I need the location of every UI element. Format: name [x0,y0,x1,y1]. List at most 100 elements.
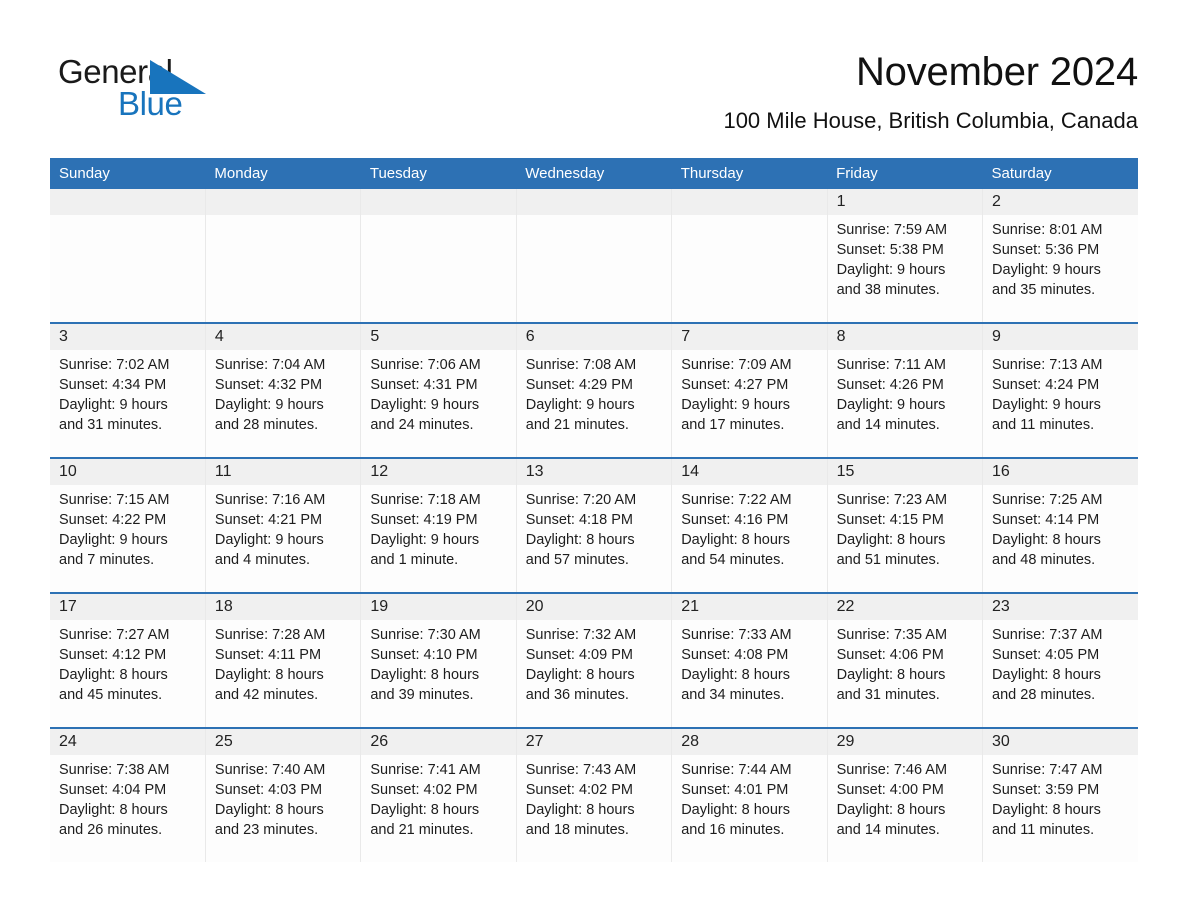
day-detail-list: Sunrise: 7:23 AM Sunset: 4:15 PM Daylight:… [828,485,982,570]
calendar-day-cell[interactable]: 18 Sunrise: 7:28 AM Sunset: 4:11 PM Dayligh… [205,593,362,729]
location-subtitle: 100 Mile House, British Columbia, Canada [723,108,1138,133]
day-number-band: 27 [516,729,672,755]
calendar-day-cell[interactable]: 20 Sunrise: 7:32 AM Sunset: 4:09 PM Dayligh… [516,593,673,729]
sunset-text: Sunset: 4:00 PM [836,782,944,798]
calendar-day-cell[interactable]: 4 Sunrise: 7:04 AM Sunset: 4:32 PM Daylight… [205,323,362,459]
weekday-header-sunday: Sunday [50,158,206,189]
daylight-text: and 42 minutes. [214,687,319,703]
day-detail-list: Sunrise: 7:02 AM Sunset: 4:34 PM Daylight:… [50,350,205,435]
weekday-header-wednesday: Wednesday [516,158,672,189]
day-number-band: 26 [361,729,516,755]
daylight-text: and 28 minutes. [992,687,1096,703]
daylight-text: Daylight: 9 hours [370,532,480,548]
sunset-text: Sunset: 4:26 PM [836,377,944,393]
sunrise-text: Sunrise: 7:20 AM [525,492,637,508]
day-number-band [205,189,361,215]
sunset-text: Sunset: 4:32 PM [214,377,323,393]
sunset-text: Sunset: 4:16 PM [681,512,789,528]
daylight-text: Daylight: 9 hours [525,397,635,413]
daylight-text: and 31 minutes. [59,417,163,433]
day-number-band: 29 [827,729,983,755]
day-number: 26 [370,733,389,750]
daylight-text: Daylight: 8 hours [992,532,1101,548]
day-detail-list: Sunrise: 7:38 AM Sunset: 4:04 PM Daylight:… [50,755,205,840]
sunrise-text: Sunrise: 7:18 AM [370,492,481,508]
calendar-day-cell[interactable]: 23 Sunrise: 7:37 AM Sunset: 4:05 PM Dayligh… [982,593,1138,729]
general-blue-logo[interactable]: General Blue [58,52,288,122]
daylight-text: Daylight: 9 hours [370,397,480,413]
day-number: 3 [59,328,68,345]
day-detail-list: Sunrise: 7:35 AM Sunset: 4:06 PM Daylight:… [828,620,982,705]
calendar-day-cell[interactable]: 28 Sunrise: 7:44 AM Sunset: 4:01 PM Dayligh… [671,728,828,862]
calendar-day-cell-empty [205,189,362,324]
sunset-text: Sunset: 4:19 PM [370,512,478,528]
calendar-day-cell[interactable]: 8 Sunrise: 7:11 AM Sunset: 4:26 PM Daylight… [827,323,984,459]
daylight-text: Daylight: 8 hours [836,532,946,548]
daylight-text: and 45 minutes. [59,687,163,703]
day-number-band: 22 [827,594,983,620]
daylight-text: Daylight: 8 hours [681,667,790,683]
calendar-day-cell[interactable]: 10 Sunrise: 7:15 AM Sunset: 4:22 PM Dayligh… [50,458,206,594]
sunset-text: Sunset: 5:36 PM [992,242,1100,258]
daylight-text: Daylight: 9 hours [59,532,168,548]
daylight-text: Daylight: 8 hours [525,667,635,683]
calendar-day-cell[interactable]: 9 Sunrise: 7:13 AM Sunset: 4:24 PM Daylight… [982,323,1138,459]
daylight-text: and 4 minutes. [214,552,311,568]
calendar-day-cell[interactable]: 29 Sunrise: 7:46 AM Sunset: 4:00 PM Dayligh… [827,728,984,862]
daylight-text: Daylight: 9 hours [59,397,168,413]
day-number-band [516,189,672,215]
day-number: 23 [992,598,1010,615]
sunset-text: Sunset: 4:29 PM [525,377,633,393]
calendar-day-cell[interactable]: 26 Sunrise: 7:41 AM Sunset: 4:02 PM Dayligh… [360,728,517,862]
daylight-text: and 16 minutes. [681,822,785,838]
sunset-text: Sunset: 4:14 PM [992,512,1100,528]
sunset-text: Sunset: 5:38 PM [836,242,944,258]
calendar-day-cell[interactable]: 2 Sunrise: 8:01 AM Sunset: 5:36 PM Daylight… [982,189,1138,324]
calendar-day-cell[interactable]: 22 Sunrise: 7:35 AM Sunset: 4:06 PM Dayligh… [827,593,984,729]
sunset-text: Sunset: 4:02 PM [525,782,633,798]
daylight-text: and 23 minutes. [214,822,319,838]
calendar-week-row: 24 Sunrise: 7:38 AM Sunset: 4:04 PM Dayligh… [50,728,1138,862]
day-number: 6 [525,328,535,345]
sunrise-text: Sunrise: 7:41 AM [370,762,481,778]
day-number: 11 [214,463,232,480]
calendar-day-cell[interactable]: 21 Sunrise: 7:33 AM Sunset: 4:08 PM Dayligh… [671,593,828,729]
day-number: 7 [681,328,691,345]
calendar-day-cell[interactable]: 3 Sunrise: 7:02 AM Sunset: 4:34 PM Daylight… [50,323,206,459]
calendar-day-cell[interactable]: 5 Sunrise: 7:06 AM Sunset: 4:31 PM Daylight… [360,323,517,459]
calendar-day-cell[interactable]: 16 Sunrise: 7:25 AM Sunset: 4:14 PM Dayligh… [982,458,1138,594]
calendar-day-cell[interactable]: 1 Sunrise: 7:59 AM Sunset: 5:38 PM Daylight… [827,189,984,324]
sunset-text: Sunset: 4:01 PM [681,782,789,798]
calendar-day-cell[interactable]: 13 Sunrise: 7:20 AM Sunset: 4:18 PM Dayligh… [516,458,673,594]
title-block: November 2024 100 Mile House, British Co… [723,48,1138,136]
daylight-text: and 24 minutes. [370,417,474,433]
calendar-day-cell[interactable]: 30 Sunrise: 7:47 AM Sunset: 3:59 PM Dayligh… [982,728,1138,862]
calendar-day-cell[interactable]: 25 Sunrise: 7:40 AM Sunset: 4:03 PM Dayligh… [205,728,362,862]
calendar-day-cell[interactable]: 15 Sunrise: 7:23 AM Sunset: 4:15 PM Dayligh… [827,458,984,594]
page-title: November 2024 [855,50,1138,94]
daylight-text: and 31 minutes. [836,687,940,703]
calendar-day-cell[interactable]: 6 Sunrise: 7:08 AM Sunset: 4:29 PM Daylight… [516,323,673,459]
sunset-text: Sunset: 4:11 PM [214,647,322,663]
day-number-band: 28 [672,729,827,755]
day-number-band: 15 [827,459,983,485]
weekday-header-friday: Friday [827,158,983,189]
day-detail-list: Sunrise: 7:22 AM Sunset: 4:16 PM Daylight:… [672,485,826,570]
calendar-day-cell[interactable]: 11 Sunrise: 7:16 AM Sunset: 4:21 PM Dayligh… [205,458,362,594]
day-detail-list: Sunrise: 7:06 AM Sunset: 4:31 PM Daylight:… [361,350,515,435]
day-detail-list: Sunrise: 7:33 AM Sunset: 4:08 PM Daylight:… [672,620,826,705]
calendar-day-cell[interactable]: 17 Sunrise: 7:27 AM Sunset: 4:12 PM Dayligh… [50,593,206,729]
calendar-day-cell[interactable]: 19 Sunrise: 7:30 AM Sunset: 4:10 PM Dayligh… [360,593,517,729]
calendar-day-cell[interactable]: 12 Sunrise: 7:18 AM Sunset: 4:19 PM Dayligh… [360,458,517,594]
page-header: General Blue November 2024 100 Mile Hous… [0,0,1188,133]
daylight-text: Daylight: 8 hours [370,667,480,683]
day-number-band: 8 [827,324,983,350]
calendar-day-cell[interactable]: 24 Sunrise: 7:38 AM Sunset: 4:04 PM Dayligh… [50,728,206,862]
calendar-day-cell[interactable]: 27 Sunrise: 7:43 AM Sunset: 4:02 PM Dayligh… [516,728,673,862]
day-number: 28 [681,733,699,750]
sunrise-text: Sunrise: 7:09 AM [681,357,792,373]
sunrise-text: Sunrise: 7:35 AM [836,627,948,643]
calendar-day-cell[interactable]: 14 Sunrise: 7:22 AM Sunset: 4:16 PM Dayligh… [671,458,828,594]
day-number-band: 30 [983,729,1138,755]
calendar-day-cell[interactable]: 7 Sunrise: 7:09 AM Sunset: 4:27 PM Daylight… [671,323,828,459]
